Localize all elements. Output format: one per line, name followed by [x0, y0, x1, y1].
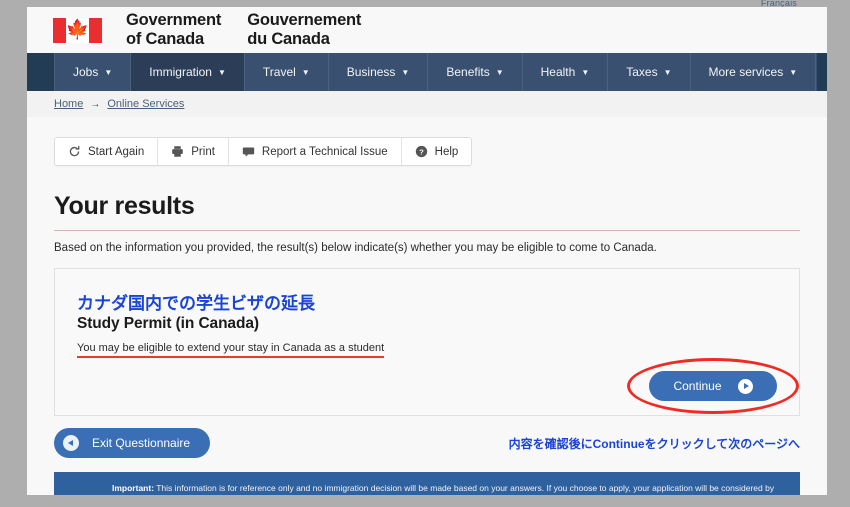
help-label: Help: [434, 145, 459, 158]
page-title: Your results: [54, 192, 195, 220]
browser-viewport: Français 🍁 Government of Canada Gouverne…: [0, 0, 850, 507]
nav-right-edge: [817, 53, 827, 91]
goc-wordmark: Government of Canada Gouvernement du Can…: [126, 11, 361, 50]
chevron-down-icon: ▼: [217, 68, 226, 77]
chevron-down-icon: ▼: [581, 68, 590, 77]
breadcrumb-online-services-link[interactable]: Online Services: [107, 98, 184, 110]
help-button[interactable]: ? Help: [401, 138, 472, 165]
nav-item-label: Travel: [262, 65, 296, 79]
nav-item-jobs[interactable]: Jobs ▼: [54, 53, 132, 91]
arrow-right-icon: →: [90, 98, 101, 110]
important-notice: Important: This information is for refer…: [54, 472, 800, 495]
nav-item-benefits[interactable]: Benefits ▼: [428, 53, 523, 91]
result-card: カナダ国内での学生ビザの延長 Study Permit (in Canada) …: [54, 268, 800, 416]
exit-questionnaire-button[interactable]: Exit Questionnaire: [54, 428, 211, 458]
nav-item-label: Business: [346, 65, 396, 79]
chevron-down-icon: ▼: [301, 68, 310, 77]
page-canvas: 🍁 Government of Canada Gouvernement du C…: [27, 7, 827, 495]
nav-item-more-services[interactable]: More services ▼: [691, 53, 817, 91]
japanese-annotation-note: 内容を確認後にContinueをクリックして次のページへ: [508, 436, 800, 451]
result-heading-japanese: カナダ国内での学生ビザの延長: [77, 294, 315, 313]
report-issue-label: Report a Technical Issue: [261, 145, 388, 158]
nav-item-taxes[interactable]: Taxes ▼: [608, 53, 691, 91]
nav-item-label: Benefits: [446, 65, 490, 79]
nav-item-immigration[interactable]: Immigration ▼: [131, 53, 245, 91]
desktop-background: [0, 0, 850, 7]
wordmark-french: Gouvernement du Canada: [247, 10, 362, 48]
nav-items-container: Jobs ▼ Immigration ▼ Travel ▼ Business ▼…: [54, 53, 827, 91]
main-content: Start Again Print Report a Technical Iss…: [27, 117, 827, 495]
title-divider: [54, 230, 800, 231]
nav-item-label: Jobs: [73, 65, 99, 79]
start-again-label: Start Again: [88, 145, 145, 158]
action-toolbar: Start Again Print Report a Technical Iss…: [54, 137, 473, 166]
nav-left-edge: [27, 53, 54, 91]
result-heading-english: Study Permit (in Canada): [77, 315, 259, 333]
play-forward-icon: [737, 378, 753, 394]
notice-body: This information is for reference only a…: [156, 483, 775, 493]
exit-questionnaire-label: Exit Questionnaire: [92, 436, 191, 450]
site-masthead: 🍁 Government of Canada Gouvernement du C…: [27, 7, 827, 53]
nav-item-label: Health: [540, 65, 576, 79]
printer-icon: [171, 145, 184, 158]
chevron-down-icon: ▼: [495, 68, 504, 77]
start-again-button[interactable]: Start Again: [55, 138, 159, 165]
continue-button-area: Continue: [627, 358, 799, 414]
main-navigation: Jobs ▼ Immigration ▼ Travel ▼ Business ▼…: [27, 53, 827, 91]
wordmark-english: Government of Canada: [126, 10, 222, 48]
continue-label: Continue: [673, 379, 722, 393]
nav-item-label: Taxes: [626, 65, 658, 79]
play-back-icon: [63, 435, 79, 451]
speech-bubble-icon: [242, 145, 255, 158]
intro-text: Based on the information you provided, t…: [54, 242, 657, 254]
nav-item-label: More services: [708, 65, 784, 79]
bottom-action-row: Exit Questionnaire 内容を確認後にContinueをクリックし…: [54, 428, 800, 458]
chevron-down-icon: ▼: [663, 68, 672, 77]
nav-item-health[interactable]: Health ▼: [523, 53, 609, 91]
breadcrumb: Home → Online Services: [27, 91, 827, 117]
refresh-icon: [68, 145, 81, 158]
eligibility-statement: You may be eligible to extend your stay …: [77, 342, 385, 359]
chevron-down-icon: ▼: [104, 68, 113, 77]
continue-button[interactable]: Continue: [649, 371, 777, 401]
question-mark-circle-icon: ?: [415, 145, 428, 158]
notice-label: Important:: [112, 483, 155, 493]
nav-item-label: Immigration: [149, 65, 212, 79]
nav-item-travel[interactable]: Travel ▼: [245, 53, 329, 91]
breadcrumb-home-link[interactable]: Home: [54, 98, 83, 110]
print-button[interactable]: Print: [158, 138, 229, 165]
print-label: Print: [191, 145, 215, 158]
svg-text:?: ?: [419, 147, 424, 156]
report-issue-button[interactable]: Report a Technical Issue: [228, 138, 402, 165]
canada-flag-icon: 🍁: [53, 17, 102, 43]
nav-item-business[interactable]: Business ▼: [329, 53, 429, 91]
chevron-down-icon: ▼: [789, 68, 798, 77]
chevron-down-icon: ▼: [401, 68, 410, 77]
